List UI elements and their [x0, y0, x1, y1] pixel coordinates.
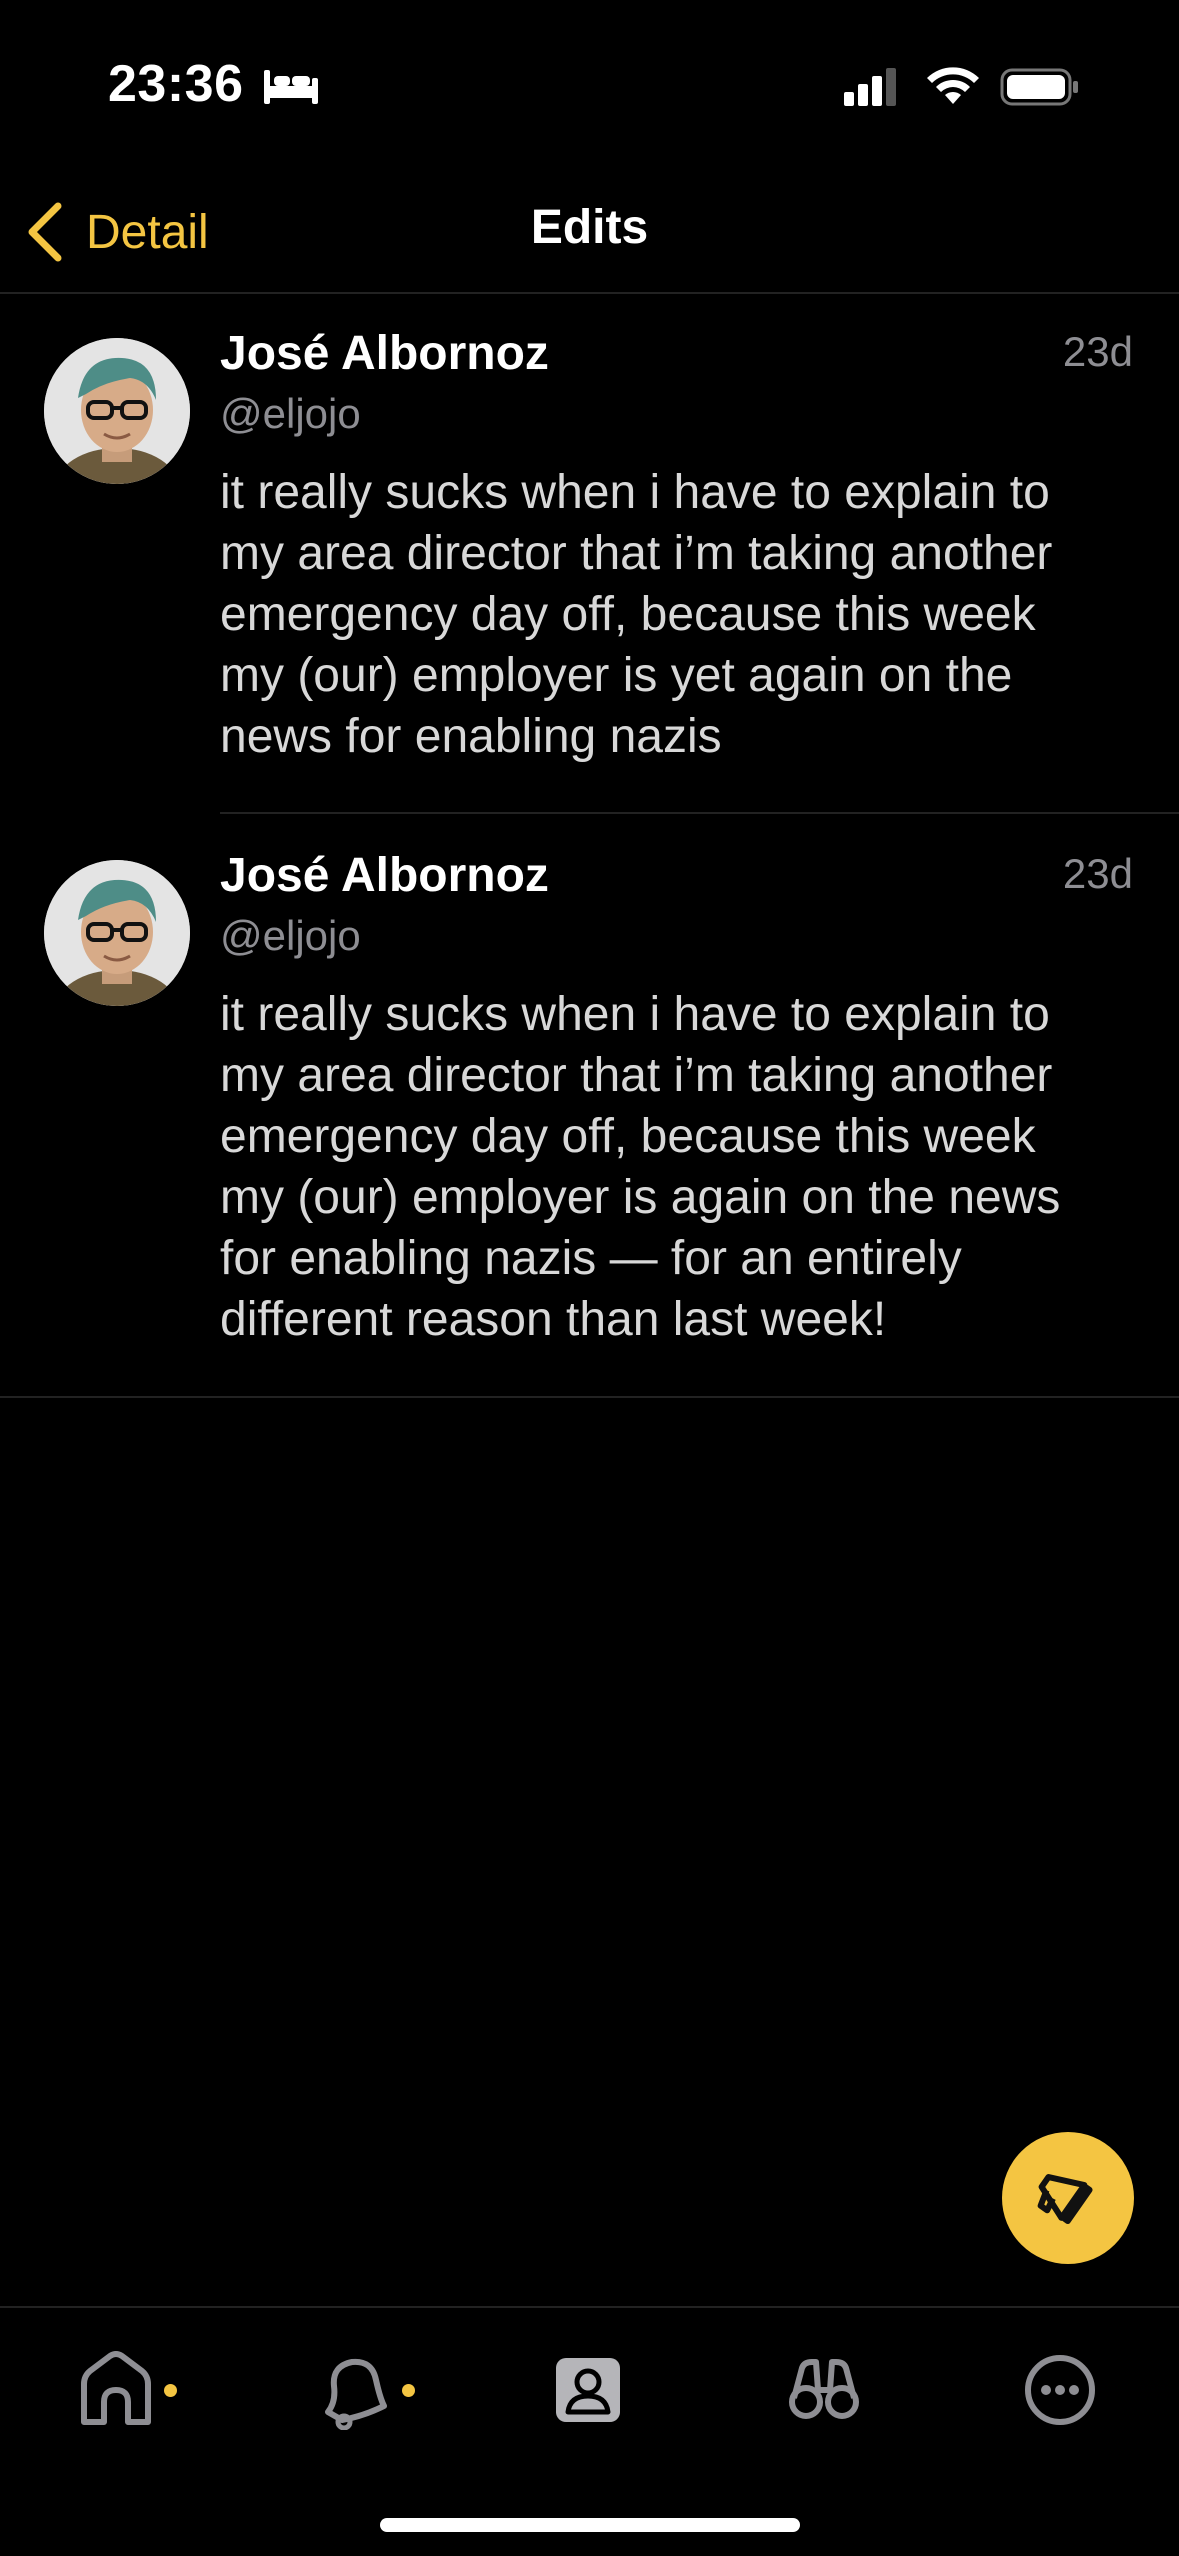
- megaphone-icon: [1037, 2174, 1093, 2225]
- home-icon: [81, 2351, 151, 2425]
- avatar[interactable]: [44, 860, 190, 1006]
- edit-history-item[interactable]: José Albornoz @eljojo 23d it really suck…: [0, 816, 1179, 1396]
- avatar[interactable]: [44, 338, 190, 484]
- tab-notifications[interactable]: [314, 2350, 434, 2450]
- page-title: Edits: [530, 201, 649, 254]
- post-body-line: for enabling nazis — for an entirely: [220, 1232, 962, 1285]
- post-body-line: emergency day off, because this week: [220, 1110, 1036, 1163]
- divider: [0, 1396, 1179, 1398]
- divider: [220, 812, 1179, 814]
- unread-dot: [164, 2384, 177, 2397]
- avatar-image: [44, 860, 190, 1006]
- unread-dot: [402, 2384, 415, 2397]
- wifi-icon: [927, 67, 979, 104]
- post-body-line: different reason than last week!: [220, 1293, 887, 1346]
- post-body-line: my area director that i’m taking another: [220, 1049, 1053, 1102]
- battery-icon: [1000, 68, 1078, 106]
- post-body-line: my (our) employer is yet again on the: [220, 649, 1013, 702]
- post-body-line: my (our) employer is again on the news: [220, 1171, 1061, 1224]
- compose-button[interactable]: [1002, 2132, 1134, 2264]
- status-bar: 23:36: [0, 0, 1179, 170]
- post-body: it really sucks when i have to explain t…: [220, 462, 1140, 767]
- profile-icon: [556, 2358, 620, 2422]
- post-time: 23d: [1062, 850, 1133, 897]
- author-name[interactable]: José Albornoz: [220, 326, 549, 381]
- tab-profile[interactable]: [548, 2350, 668, 2450]
- author-handle: @eljojo: [220, 912, 361, 959]
- post-body: it really sucks when i have to explain t…: [220, 984, 1140, 1350]
- tab-bar: [0, 2306, 1179, 2556]
- post-body-line: news for enabling nazis: [220, 710, 722, 763]
- edit-history-item[interactable]: José Albornoz @eljojo 23d it really suck…: [0, 294, 1179, 814]
- tab-explore[interactable]: [784, 2350, 904, 2450]
- tab-bar-divider: [0, 2306, 1179, 2308]
- notifications-icon: [325, 2358, 387, 2430]
- avatar-image: [44, 338, 190, 484]
- home-indicator[interactable]: [380, 2518, 800, 2532]
- signal-icon: [844, 68, 896, 106]
- bed-icon: [264, 70, 318, 104]
- post-body-line: it really sucks when i have to explain t…: [220, 466, 1050, 519]
- status-time: 23:36: [108, 55, 244, 113]
- author-name[interactable]: José Albornoz: [220, 848, 549, 903]
- post-body-line: it really sucks when i have to explain t…: [220, 988, 1050, 1041]
- post-body-line: emergency day off, because this week: [220, 588, 1036, 641]
- tab-home[interactable]: [76, 2350, 196, 2450]
- nav-bar: Detail Edits: [0, 170, 1179, 294]
- post-body-line: my area director that i’m taking another: [220, 527, 1053, 580]
- post-time: 23d: [1062, 328, 1133, 375]
- binoculars-icon: [789, 2359, 859, 2419]
- tab-more[interactable]: [1020, 2350, 1140, 2450]
- more-icon: [1025, 2355, 1095, 2425]
- author-handle: @eljojo: [220, 390, 361, 437]
